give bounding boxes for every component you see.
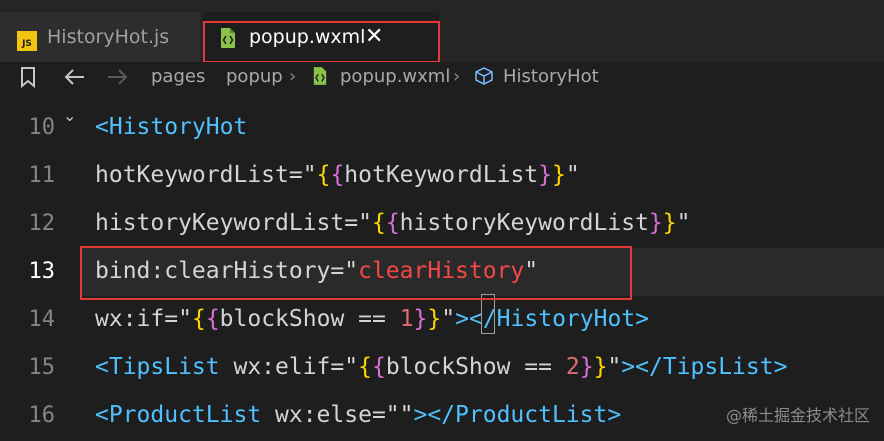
code-text: <ProductList wx:else=""></ProductList> xyxy=(95,402,621,428)
code-token: historyKeywordList xyxy=(399,210,649,236)
code-token: =" xyxy=(164,306,192,332)
bookmark-icon[interactable] xyxy=(19,66,37,88)
line-number: 14 xyxy=(28,307,56,332)
tab-label: HistoryHot.js xyxy=(47,26,170,48)
bracket-match-box xyxy=(481,294,495,334)
code-line: 10 <HistoryHot xyxy=(0,104,884,152)
arrow-right-icon[interactable] xyxy=(106,68,128,86)
code-token: =" xyxy=(344,210,372,236)
code-token: </HistoryHot> xyxy=(468,306,649,332)
line-number: 13 xyxy=(28,259,56,284)
code-token: } xyxy=(552,162,566,188)
line-highlight-box xyxy=(80,246,632,300)
code-token: } xyxy=(427,306,442,332)
code-token: < xyxy=(95,114,109,140)
code-token: =" xyxy=(288,162,317,188)
menu-strip xyxy=(0,0,884,12)
code-token: =" xyxy=(330,354,359,380)
code-token: { xyxy=(358,354,372,380)
line-number: 12 xyxy=(28,211,56,236)
breadcrumb-item[interactable]: popup xyxy=(226,66,283,87)
line-number: 15 xyxy=(28,355,56,380)
line-number: 10 xyxy=(28,115,56,140)
code-token: } xyxy=(648,210,663,236)
code-token: } xyxy=(413,306,428,332)
code-token: wx:if xyxy=(95,306,165,332)
line-number: 16 xyxy=(28,403,56,428)
code-token: HistoryHot xyxy=(108,114,248,140)
breadcrumb-separator: › xyxy=(289,66,297,87)
code-token: <ProductList xyxy=(95,402,262,428)
js-file-icon: JS xyxy=(17,31,37,51)
code-token: " xyxy=(676,210,691,236)
breadcrumb-item[interactable]: popup.wxml xyxy=(340,66,450,87)
code-token: { xyxy=(191,306,206,332)
breadcrumb: pages popup › popup.wxml › HistoryHot xyxy=(0,62,884,92)
code-token: { xyxy=(371,354,386,380)
code-token: { xyxy=(316,162,331,188)
code-token: blockShow == xyxy=(219,306,400,332)
code-token: { xyxy=(205,306,220,332)
code-line: 11 hotKeywordList="{{hotKeywordList}}" xyxy=(0,152,884,200)
code-editor[interactable]: ⌄ 10 <HistoryHot 11 hotKeywordList="{{ho… xyxy=(0,104,884,441)
code-token: <TipsList xyxy=(95,354,220,380)
code-token: } xyxy=(538,162,553,188)
code-token: blockShow == xyxy=(385,354,566,380)
cube-icon xyxy=(475,67,493,85)
code-text: hotKeywordList="{{hotKeywordList}}" xyxy=(95,162,580,188)
code-token: { xyxy=(385,210,400,236)
code-token: wx:else xyxy=(261,402,372,428)
code-text: historyKeywordList="{{historyKeywordList… xyxy=(95,210,691,236)
code-token: > xyxy=(455,306,469,332)
code-token: " xyxy=(441,306,456,332)
tab-highlight-box xyxy=(203,21,440,63)
code-text: <HistoryHot xyxy=(95,114,247,140)
tab-historyhot-js[interactable]: JS HistoryHot.js xyxy=(0,12,200,62)
code-token: historyKeywordList xyxy=(95,210,345,236)
code-line: 14 wx:if="{{blockShow == 1}}"></HistoryH… xyxy=(0,296,884,344)
code-token: hotKeywordList xyxy=(95,162,289,188)
code-token: hotKeywordList xyxy=(344,162,539,188)
editor-window: JS HistoryHot.js popup.wxml ✕ pages popu… xyxy=(0,0,884,441)
breadcrumb-separator: › xyxy=(453,66,461,87)
tab-bar: JS HistoryHot.js popup.wxml ✕ xyxy=(0,12,884,62)
code-token: 2 xyxy=(565,354,580,380)
code-line: 15 <TipsList wx:elif="{{blockShow == 2}}… xyxy=(0,344,884,392)
code-token: " xyxy=(565,162,580,188)
code-token: ></ProductList> xyxy=(413,402,622,428)
code-token: ="" xyxy=(371,402,414,428)
code-token: } xyxy=(579,354,594,380)
code-token: ></TipsList> xyxy=(621,354,788,380)
code-token: { xyxy=(371,210,386,236)
breadcrumb-item[interactable]: HistoryHot xyxy=(503,66,599,87)
code-token: " xyxy=(607,354,622,380)
code-token: } xyxy=(662,210,677,236)
code-line: 12 historyKeywordList="{{historyKeywordL… xyxy=(0,200,884,248)
breadcrumb-item[interactable]: pages xyxy=(151,66,205,87)
code-token: wx:elif xyxy=(219,354,331,380)
code-token: 1 xyxy=(399,306,414,332)
watermark: @稀土掘金技术社区 xyxy=(725,406,870,425)
code-text: wx:if="{{blockShow == 1}}"></HistoryHot> xyxy=(95,306,649,332)
code-text: <TipsList wx:elif="{{blockShow == 2}}"><… xyxy=(95,354,787,380)
code-token: } xyxy=(593,354,608,380)
line-number: 11 xyxy=(28,163,56,188)
wxml-file-icon xyxy=(313,67,327,85)
arrow-left-icon[interactable] xyxy=(64,68,86,86)
code-token: { xyxy=(330,162,345,188)
